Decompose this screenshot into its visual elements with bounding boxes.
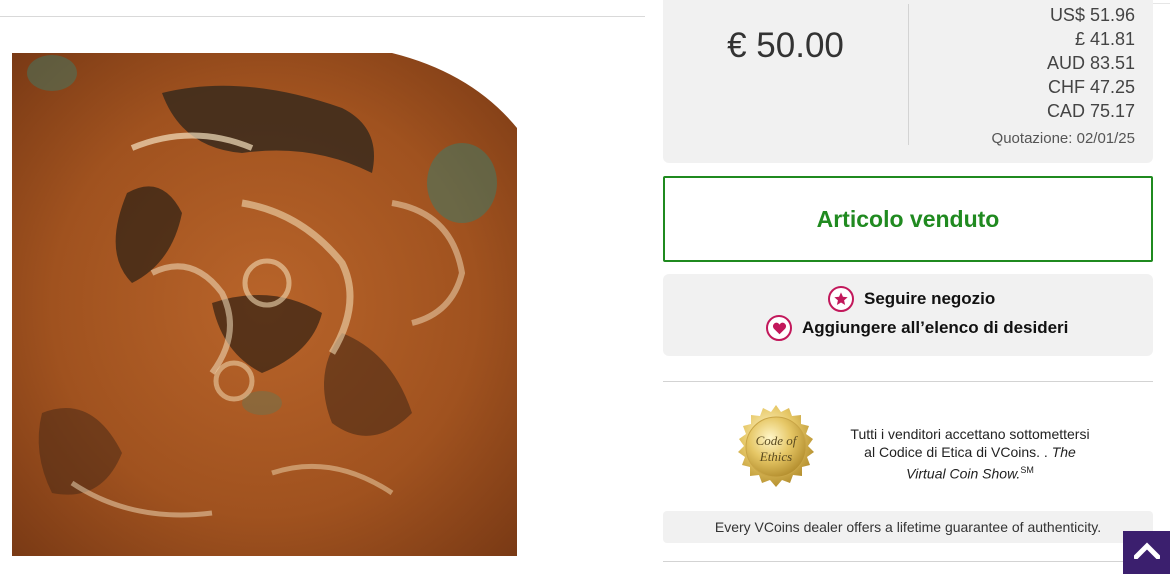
ethics-statement-sm: SM	[1020, 465, 1034, 475]
add-to-wishlist-label: Aggiungere all’elenco di desideri	[802, 318, 1069, 337]
conversion-gbp: £ 41.81	[1074, 29, 1135, 49]
seal-graphic: Code of Ethics	[738, 405, 814, 487]
star-icon	[828, 286, 854, 312]
quote-date: Quotazione: 02/01/25	[991, 130, 1135, 147]
conversion-chf: CHF 47.25	[1047, 77, 1135, 97]
seal-text-line2: Ethics	[759, 449, 793, 464]
actions-panel: Seguire negozio Aggiungere all’elenco di…	[663, 274, 1153, 356]
section-divider	[663, 381, 1153, 382]
currency-conversions: US$ 51.96 £ 41.81 AUD 83.51 CHF 47.25 CA…	[992, 3, 1135, 149]
add-to-wishlist-button[interactable]: Aggiungere all’elenco di desideri	[766, 315, 1068, 341]
bottom-divider	[663, 561, 1153, 562]
conversion-aud: AUD 83.51	[1046, 53, 1135, 73]
coin-image[interactable]	[12, 53, 517, 556]
code-of-ethics-seal[interactable]: Code of Ethics	[730, 403, 822, 495]
conversion-usd: US$ 51.96	[1049, 5, 1135, 25]
heart-icon	[766, 315, 792, 341]
authenticity-guarantee: Every VCoins dealer offers a lifetime gu…	[663, 511, 1153, 543]
chevron-up-icon	[1131, 541, 1162, 564]
ethics-statement: Tutti i venditori accettano sottometters…	[850, 425, 1090, 483]
price-main: € 50.00	[727, 26, 844, 65]
conversion-cad: CAD 75.17	[1046, 101, 1135, 121]
follow-shop-label: Seguire negozio	[864, 289, 996, 308]
scroll-to-top-button[interactable]	[1123, 531, 1170, 574]
price-divider	[908, 4, 909, 145]
price-panel: € 50.00 US$ 51.96 £ 41.81 AUD 83.51 CHF …	[663, 0, 1153, 163]
coin-image-graphic	[12, 53, 517, 556]
sold-label: Articolo venduto	[816, 205, 1000, 232]
top-divider	[0, 16, 645, 17]
sold-status-box: Articolo venduto	[663, 176, 1153, 262]
seal-text-line1: Code of	[756, 433, 799, 448]
follow-shop-button[interactable]: Seguire negozio	[828, 286, 995, 312]
